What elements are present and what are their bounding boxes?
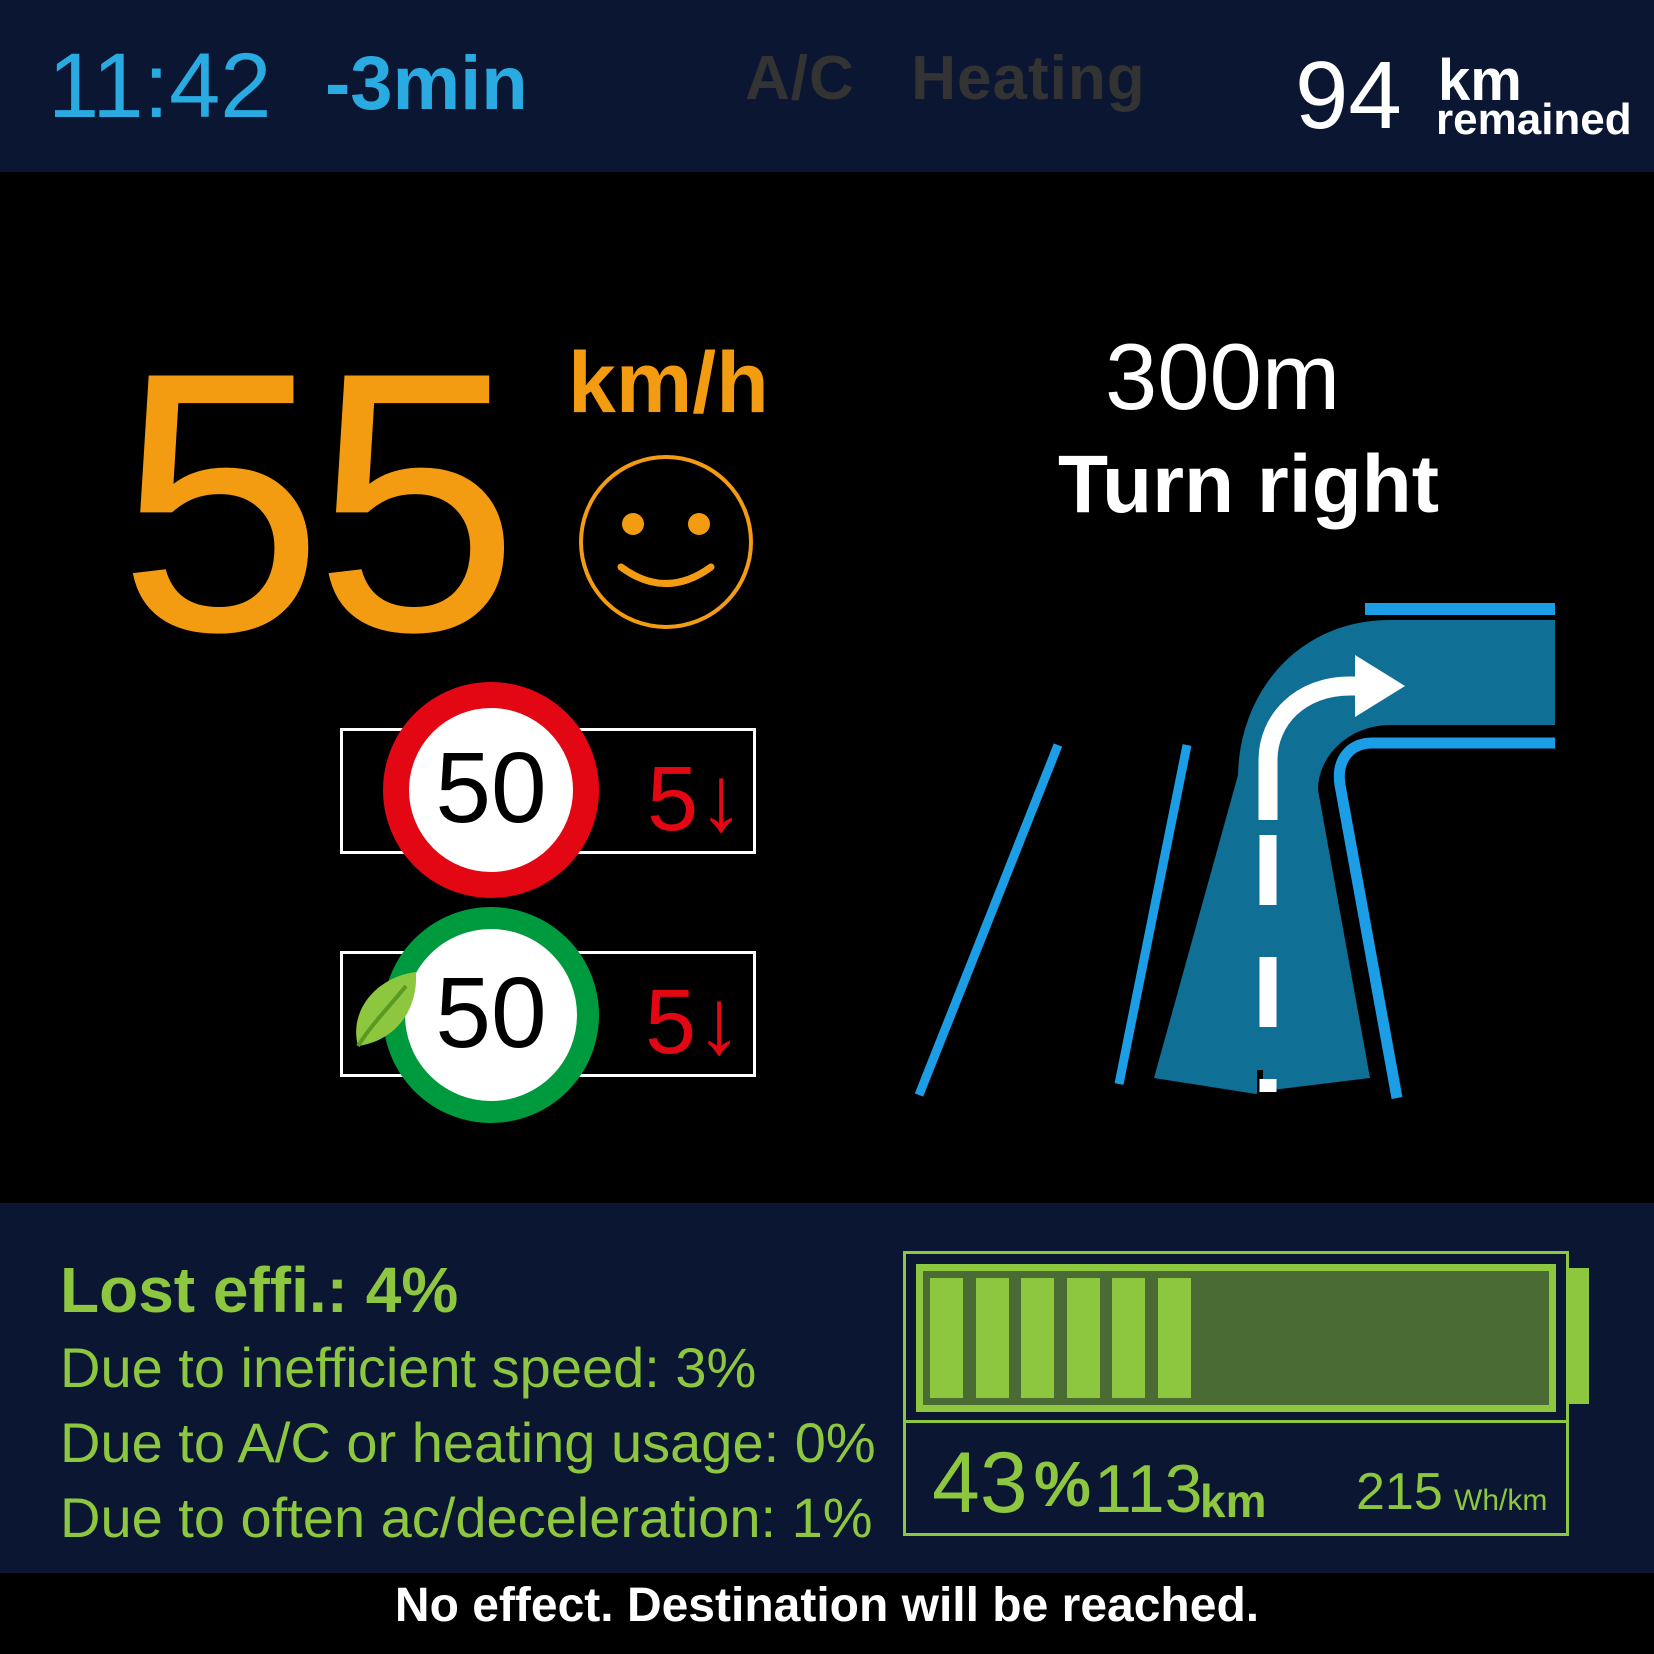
range-value: 94 [1295,42,1402,149]
destination-message: No effect. Destination will be reached. [394,1579,1260,1632]
eco-speed-value: 50 [435,957,547,1069]
speed-limit-value: 50 [435,732,547,844]
lost-efficiency-acceleration: Due to often ac/deceleration: 1% [60,1486,873,1549]
speed-unit: km/h [568,335,769,431]
eco-speed-delta: 5↓ [645,971,743,1073]
range-label: remained [1436,95,1632,144]
smiley-face-icon [579,455,753,629]
nav-distance: 300m [1105,324,1341,429]
heating-label: Heating [911,44,1146,113]
climate-status: A/C Heating [745,48,1146,110]
ac-label: A/C [745,44,855,113]
energy-consumption: 215 [1356,1463,1443,1521]
battery-gauge [916,1264,1556,1412]
nav-instruction: Turn right [1058,439,1440,530]
current-speed: 55 [118,296,520,709]
battery-segment [1157,1278,1191,1398]
speed-limit-sign: 50 [383,682,599,898]
battery-segment [1066,1278,1100,1398]
battery-percent-unit: % [1034,1448,1091,1520]
battery-segment [1112,1278,1145,1398]
leaf-icon [356,972,417,1048]
energy-consumption-unit: Wh/km [1454,1484,1548,1517]
battery-segment [930,1278,963,1398]
clock: 11:42 [48,35,272,137]
lost-efficiency-climate: Due to A/C or heating usage: 0% [60,1411,876,1474]
speed-limit-delta: 5↓ [647,748,745,850]
lost-efficiency-speed: Due to inefficient speed: 3% [60,1336,757,1399]
lost-efficiency-title: Lost effi.: 4% [60,1254,459,1326]
battery-range-unit: km [1200,1475,1267,1527]
battery-percent: 43 [932,1435,1028,1531]
turn-right-road-icon [914,603,1555,1099]
battery-range: 113 [1094,1451,1203,1527]
battery-divider [903,1420,1569,1423]
battery-segment [975,1278,1009,1398]
battery-terminal [1569,1268,1589,1404]
battery-segment [1021,1278,1054,1398]
eta-delta: -3min [325,41,528,126]
